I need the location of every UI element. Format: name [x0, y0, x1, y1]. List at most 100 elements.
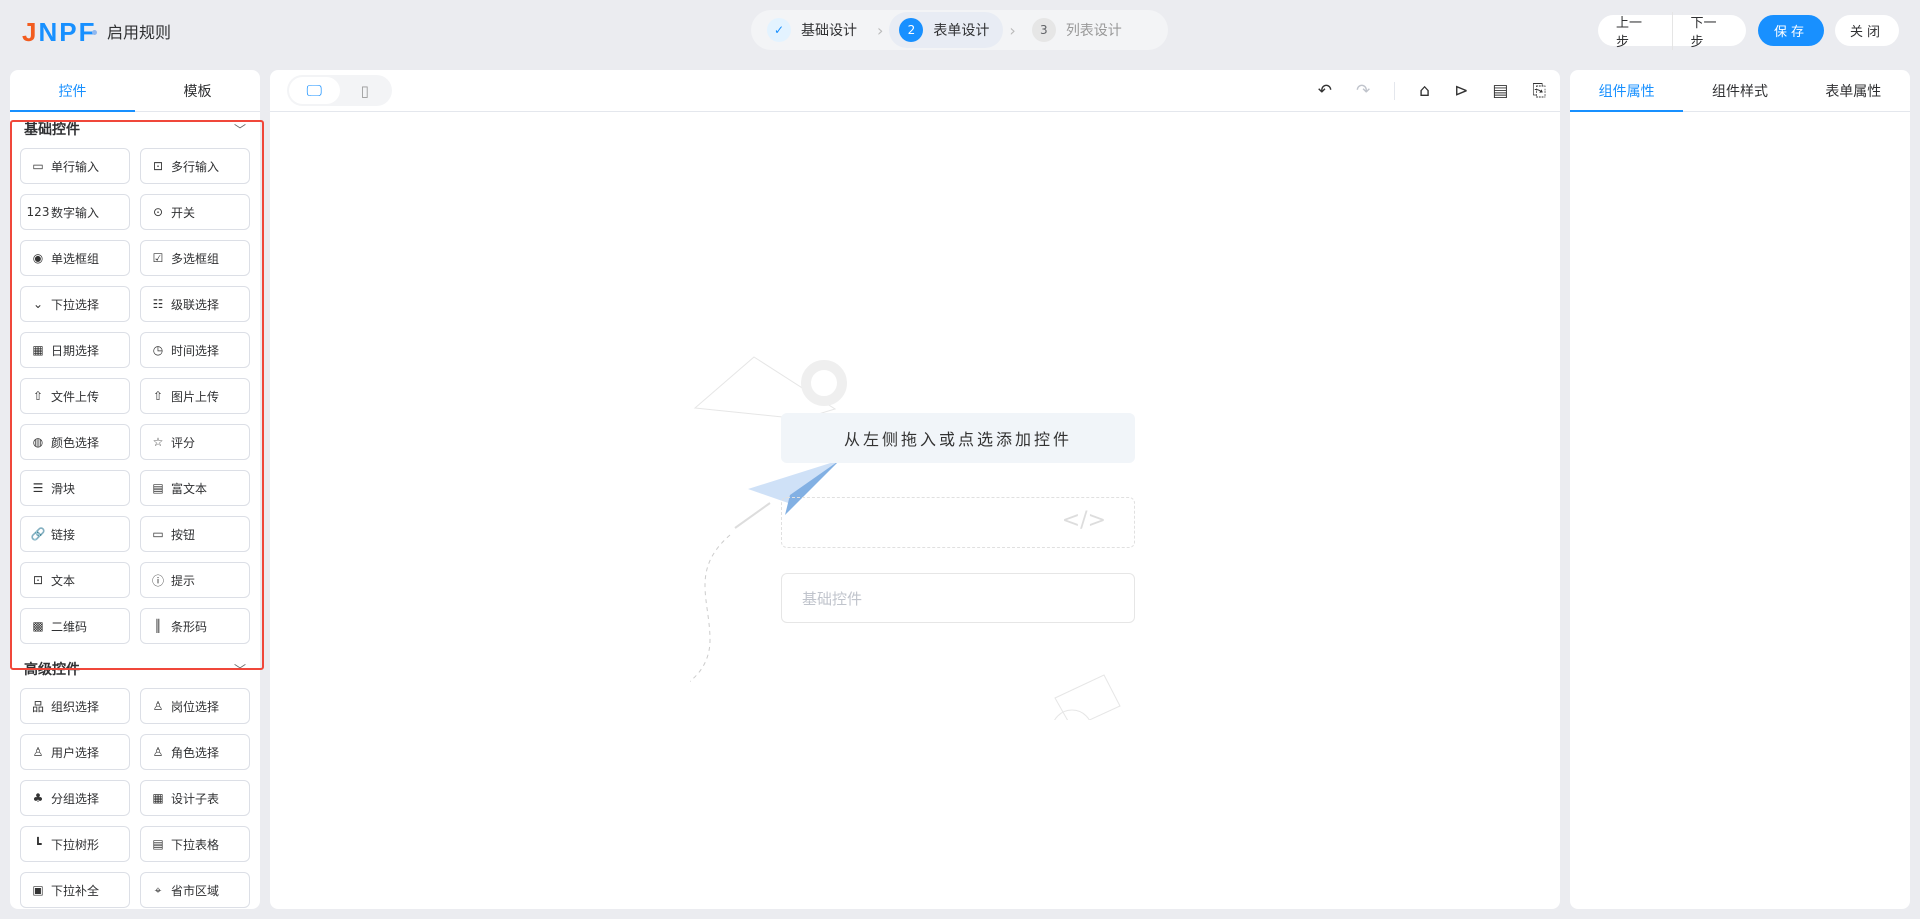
next-step-button[interactable]: 下一步	[1671, 11, 1747, 50]
component-item[interactable]: ◷ 时间选择	[140, 332, 250, 368]
advanced-components-section: 高级控件 ﹀ 品组织选择 ♙ 岗位选择 ♙ 用户选择 ♙ 角色选择 ♣ 分组选择 ▦ 设计子表 ┗ 下拉树…	[10, 652, 260, 909]
chevron-right-icon: ›	[1009, 20, 1016, 40]
number-icon: 123	[26, 205, 50, 219]
text-icon: ⊡	[32, 573, 44, 587]
component-label: 时间选择	[171, 343, 220, 358]
component-label: 多选框组	[171, 251, 220, 266]
chevron-down-icon[interactable]: ﹀	[234, 121, 246, 138]
radio-icon: ◉	[32, 251, 44, 265]
save-template-icon[interactable]: ⎘	[1532, 81, 1546, 101]
component-label: 文本	[51, 573, 76, 588]
sample-field: 基础控件	[781, 573, 1135, 623]
prev-step-button[interactable]: 上一步	[1598, 12, 1672, 50]
component-item[interactable]: ⇧ 图片上传	[140, 378, 250, 414]
component-item[interactable]: ⇧ 文件上传	[20, 378, 130, 414]
component-label: 按钮	[171, 527, 196, 542]
component-item[interactable]: ☰ 滑块	[20, 470, 130, 506]
component-label: 下拉表格	[171, 837, 220, 852]
ai-form-icon[interactable]: ▤	[1492, 81, 1508, 101]
component-label: 岗位选择	[171, 699, 220, 714]
component-item[interactable]: ⓘ 提示	[140, 562, 250, 598]
tab-component-props[interactable]: 组件属性	[1570, 70, 1684, 112]
device-toggle: 🖵 ▯	[287, 75, 392, 106]
mobile-view-button[interactable]: ▯	[340, 77, 391, 104]
component-item[interactable]: 品组织选择	[20, 688, 130, 724]
component-item[interactable]: ♣ 分组选择	[20, 780, 130, 816]
input-icon: ▭	[32, 159, 44, 173]
position-icon: ♙	[152, 699, 164, 713]
component-item[interactable]: ┗ 下拉树形	[20, 826, 130, 862]
clear-brush-icon[interactable]: ⌂	[1419, 81, 1430, 101]
drop-zone[interactable]: </>	[781, 497, 1135, 548]
role-icon: ♙	[152, 745, 164, 759]
button-icon: ▭	[152, 527, 164, 541]
component-item[interactable]: ♙ 岗位选择	[140, 688, 250, 724]
qrcode-icon: ▩	[32, 619, 44, 633]
location-icon: ⌖	[154, 882, 162, 897]
step-basic-design[interactable]: ✓ 基础设计	[757, 12, 871, 48]
tab-components[interactable]: 控件	[10, 70, 135, 112]
component-label: 数字输入	[51, 205, 100, 220]
tablet-icon: ▯	[360, 81, 369, 100]
component-item[interactable]: 123 数字输入	[20, 194, 130, 230]
component-item[interactable]: ▤ 下拉表格	[140, 826, 250, 862]
preview-play-icon[interactable]: ⊳	[1454, 81, 1468, 101]
tab-templates[interactable]: 模板	[135, 70, 260, 111]
component-item[interactable]: ☑ 多选框组	[140, 240, 250, 276]
component-label: 多行输入	[171, 159, 220, 174]
barcode-icon: ║	[154, 619, 162, 633]
component-item[interactable]: ◍ 颜色选择	[20, 424, 130, 460]
component-item[interactable]: ▦ 日期选择	[20, 332, 130, 368]
component-item[interactable]: ⌖ 省市区域	[140, 872, 250, 908]
properties-panel: 组件属性 组件样式 表单属性	[1570, 70, 1910, 909]
tree-icon: ┗	[34, 837, 42, 851]
component-item[interactable]: ☆ 评分	[140, 424, 250, 460]
component-item[interactable]: ║ 条形码	[140, 608, 250, 644]
calendar-icon: ▦	[32, 343, 44, 357]
component-label: 级联选择	[171, 297, 220, 312]
step-button-group: 上一步 下一步	[1598, 11, 1746, 50]
component-label: 链接	[51, 527, 76, 542]
step-form-design[interactable]: 2 表单设计	[889, 12, 1004, 48]
rich-text-icon: ▤	[152, 481, 164, 495]
tab-form-props[interactable]: 表单属性	[1797, 70, 1910, 111]
drop-hint: 从左侧拖入或点选添加控件	[781, 413, 1135, 463]
component-label: 组织选择	[51, 699, 100, 714]
component-label: 提示	[171, 573, 196, 588]
component-item[interactable]: ⊡ 文本	[20, 562, 130, 598]
table-icon: ▦	[152, 791, 164, 805]
step-number: 3	[1031, 18, 1056, 42]
component-item[interactable]: ♙ 角色选择	[140, 734, 250, 770]
component-item[interactable]: ☷ 级联选择	[140, 286, 250, 322]
tab-component-style[interactable]: 组件样式	[1683, 70, 1796, 111]
component-item[interactable]: ♙ 用户选择	[20, 734, 130, 770]
undo-icon[interactable]: ↶	[1318, 81, 1332, 101]
component-item[interactable]: ▤ 富文本	[140, 470, 250, 506]
component-item[interactable]: 🔗 链接	[20, 516, 130, 552]
component-item[interactable]: ▦ 设计子表	[140, 780, 250, 816]
alert-icon: ⓘ	[151, 573, 164, 588]
component-item[interactable]: ⌄ 下拉选择	[20, 286, 130, 322]
chevron-down-icon[interactable]: ﹀	[234, 661, 246, 678]
component-item[interactable]: ▭ 按钮	[140, 516, 250, 552]
component-item[interactable]: ▩ 二维码	[20, 608, 130, 644]
redo-icon[interactable]: ↷	[1356, 81, 1370, 101]
slider-icon: ☰	[32, 481, 44, 495]
close-button[interactable]: 关闭	[1835, 15, 1899, 46]
component-item[interactable]: ◉ 单选框组	[20, 240, 130, 276]
check-icon: ✓	[767, 18, 791, 42]
component-item[interactable]: ▣ 下拉补全	[20, 872, 130, 908]
org-icon: 品	[31, 699, 44, 714]
component-label: 评分	[171, 435, 196, 450]
component-item[interactable]: ⊙ 开关	[140, 194, 250, 230]
textarea-icon: ⊡	[152, 159, 164, 173]
step-label: 列表设计	[1065, 23, 1122, 39]
step-list-design[interactable]: 3 列表设计	[1022, 12, 1136, 48]
link-icon: 🔗	[30, 527, 46, 541]
component-item[interactable]: ▭ 单行输入	[20, 148, 130, 184]
desktop-view-button[interactable]: 🖵	[289, 77, 340, 104]
code-icon: </>	[1061, 508, 1106, 533]
save-button[interactable]: 保存	[1758, 15, 1824, 46]
component-item[interactable]: ⊡ 多行输入	[140, 148, 250, 184]
logo: JNPF	[22, 17, 97, 47]
